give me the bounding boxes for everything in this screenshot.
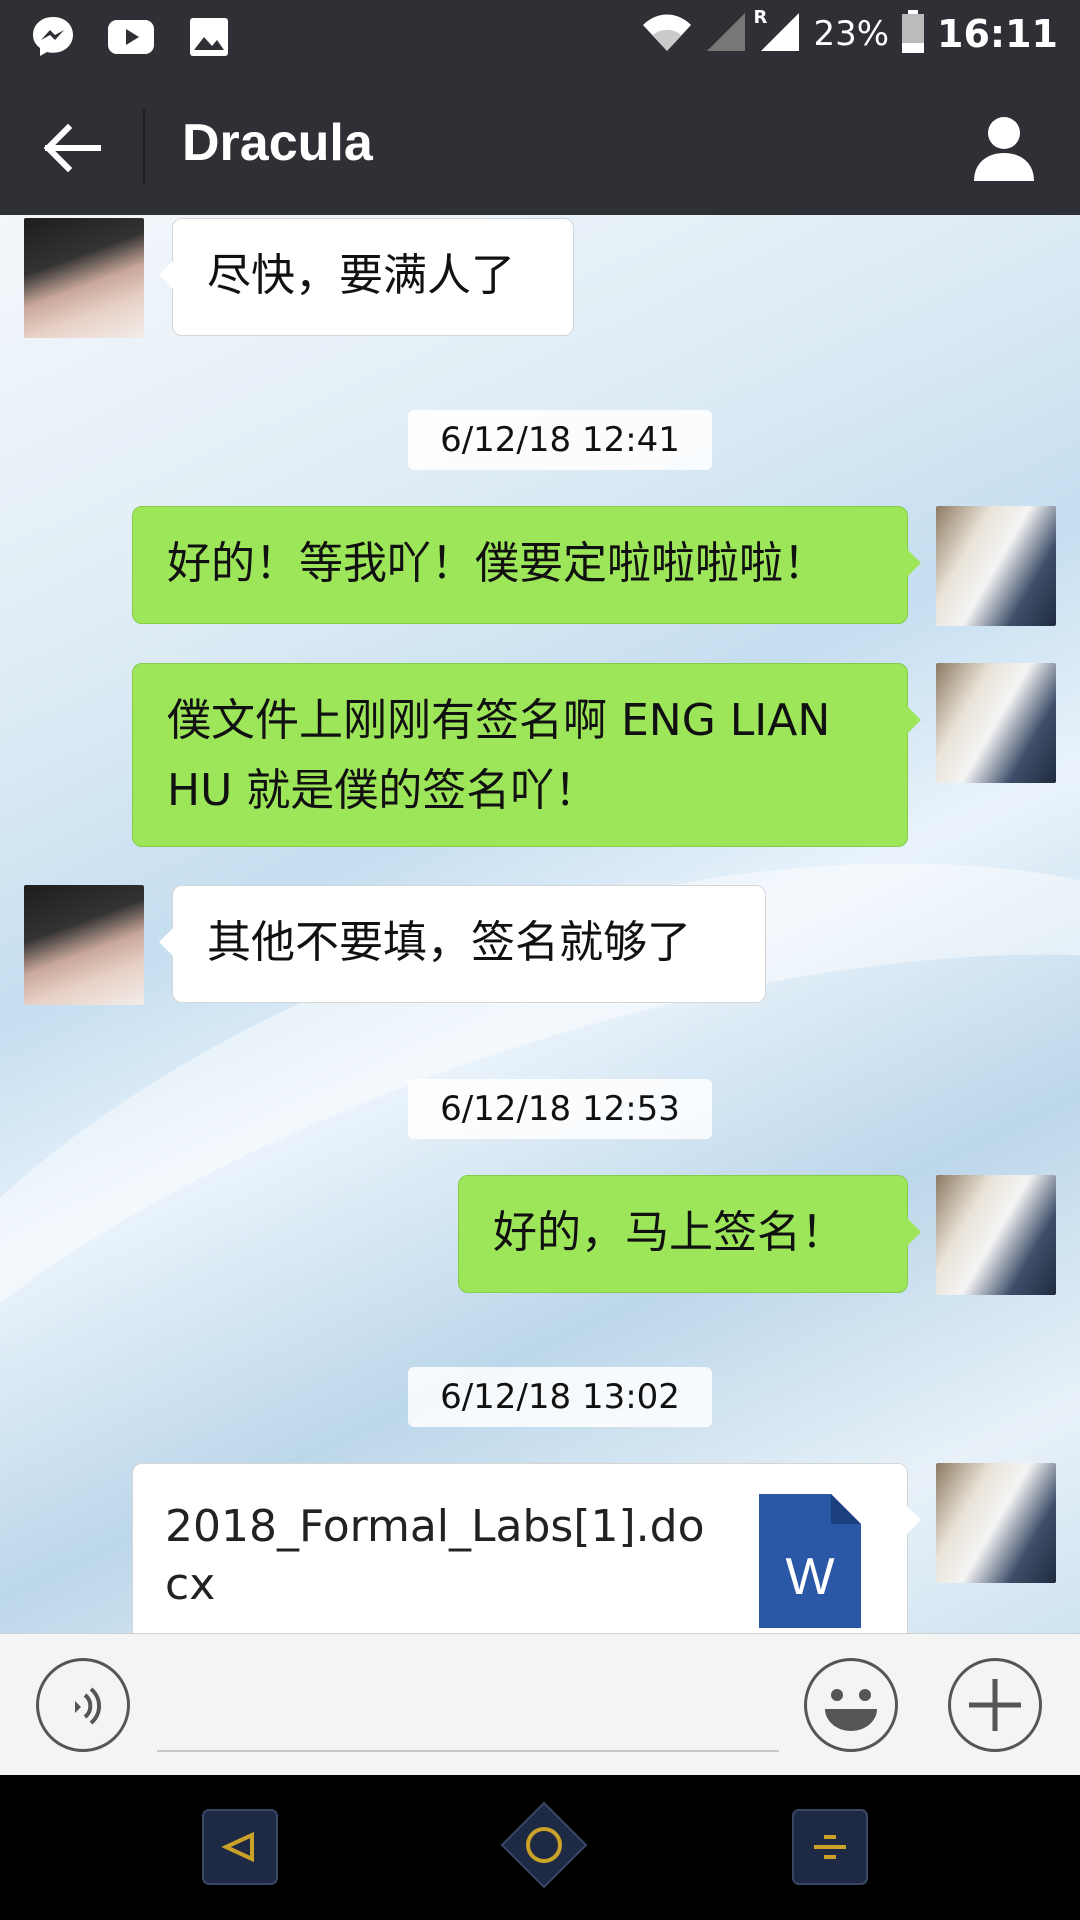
header-divider	[143, 109, 145, 185]
page-title: Dracula	[182, 114, 373, 172]
my-avatar[interactable]	[936, 663, 1056, 783]
notification-icons	[28, 12, 234, 62]
back-triangle-icon	[202, 1809, 278, 1885]
voice-input-button[interactable]	[36, 1658, 130, 1752]
contact-avatar[interactable]	[24, 218, 144, 338]
signal-roaming-icon: R	[753, 7, 801, 57]
menu-lines-icon	[792, 1809, 868, 1885]
system-nav-bar	[0, 1775, 1080, 1920]
more-options-button[interactable]	[948, 1658, 1042, 1752]
message-text-line: 僕文件上刚刚有签名啊 ENG LIAN	[167, 695, 831, 746]
wifi-icon	[641, 11, 693, 57]
file-message-bubble[interactable]: 2018_Formal_Labs[1].docx W	[132, 1463, 921, 1633]
nav-menu-button[interactable]	[792, 1809, 868, 1885]
smiley-icon	[825, 1689, 877, 1731]
voice-icon	[75, 1687, 102, 1725]
my-avatar[interactable]	[936, 1463, 1056, 1583]
message-input[interactable]	[157, 1750, 779, 1752]
chat-header: Dracula	[0, 75, 1080, 215]
emoji-button[interactable]	[804, 1658, 898, 1752]
person-icon	[974, 117, 1034, 181]
arrow-left-icon	[43, 123, 101, 173]
clock: 16:11	[937, 12, 1058, 56]
home-circle-icon	[500, 1801, 588, 1889]
plus-icon	[969, 1679, 1021, 1731]
message-timestamp: 6/12/18 12:53	[408, 1079, 712, 1139]
back-button[interactable]	[40, 115, 106, 181]
outgoing-message-bubble[interactable]: 好的！等我吖！僕要定啦啦啦啦！	[132, 506, 921, 624]
message-text: 尽快，要满人了	[207, 250, 515, 301]
message-text-line: HU 就是僕的签名吖！	[167, 765, 599, 816]
signal-icon	[705, 11, 747, 57]
nav-back-button[interactable]	[202, 1809, 278, 1885]
system-status: R 23% 16:11	[641, 7, 1058, 58]
roaming-label: R	[753, 7, 768, 28]
nav-home-button[interactable]	[500, 1801, 588, 1889]
my-avatar[interactable]	[936, 1175, 1056, 1295]
file-name: 2018_Formal_Labs[1].docx	[165, 1501, 705, 1610]
messenger-icon	[28, 12, 78, 62]
message-timestamp: 6/12/18 13:02	[408, 1367, 712, 1427]
message-list[interactable]: 尽快，要满人了 6/12/18 12:41 好的！等我吖！僕要定啦啦啦啦！ 僕文…	[0, 215, 1080, 1633]
message-text: 好的，马上签名！	[493, 1207, 845, 1258]
battery-icon	[901, 10, 925, 58]
message-text: 其他不要填，签名就够了	[207, 917, 691, 968]
contact-avatar[interactable]	[24, 885, 144, 1005]
battery-percent: 23%	[813, 14, 890, 54]
chat-info-button[interactable]	[968, 111, 1040, 183]
incoming-message-bubble[interactable]: 尽快，要满人了	[159, 218, 574, 336]
svg-text:W: W	[785, 1548, 834, 1606]
message-text: 好的！等我吖！僕要定啦啦啦啦！	[167, 538, 827, 589]
outgoing-message-bubble[interactable]: 僕文件上刚刚有签名啊 ENG LIAN HU 就是僕的签名吖！	[132, 663, 921, 847]
incoming-message-bubble[interactable]: 其他不要填，签名就够了	[159, 885, 766, 1003]
youtube-icon	[106, 12, 156, 62]
message-timestamp: 6/12/18 12:41	[408, 410, 712, 470]
status-bar: R 23% 16:11	[0, 0, 1080, 75]
input-bar	[0, 1633, 1080, 1776]
outgoing-message-bubble[interactable]: 好的，马上签名！	[458, 1175, 921, 1293]
my-avatar[interactable]	[936, 506, 1056, 626]
gallery-icon	[184, 12, 234, 62]
word-document-icon: W	[759, 1494, 861, 1628]
